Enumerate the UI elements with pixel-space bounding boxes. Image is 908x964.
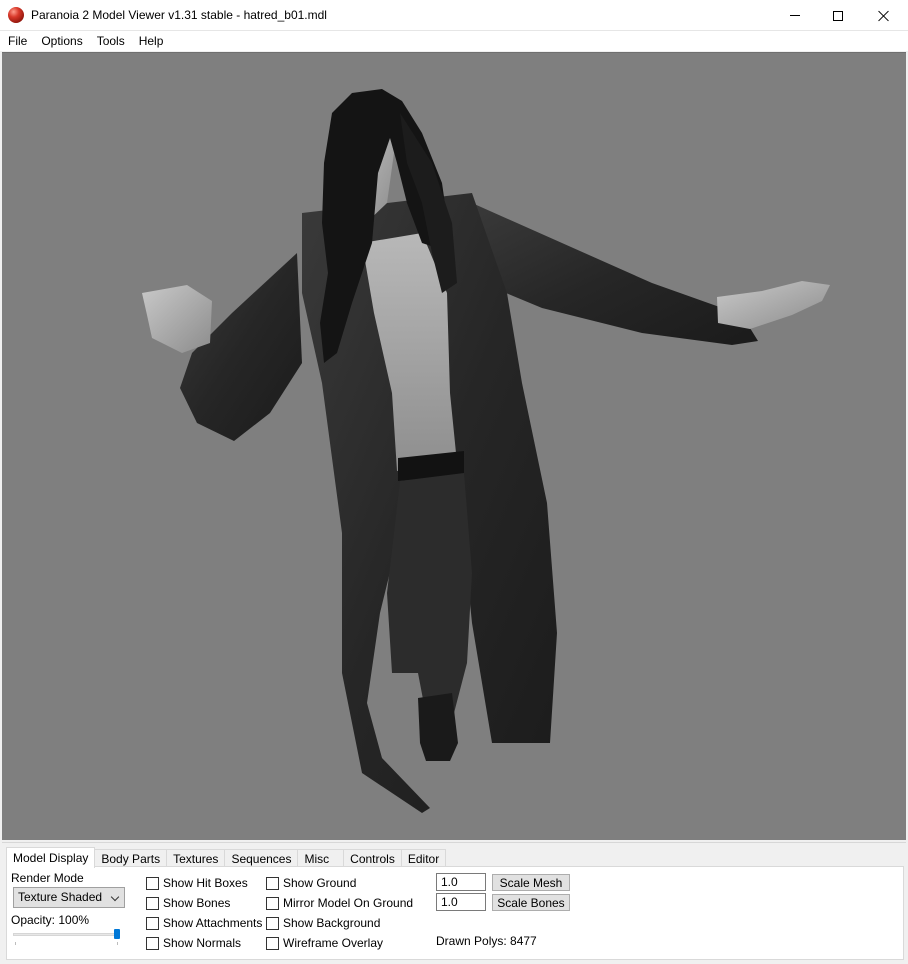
checkbox-box[interactable]: [146, 936, 159, 950]
mirror-model-checkbox[interactable]: Mirror Model On Ground: [266, 895, 413, 911]
character-model: [142, 89, 830, 813]
slider-tick-min: [15, 942, 16, 945]
opacity-slider-thumb[interactable]: [114, 929, 120, 939]
checkbox-box[interactable]: [146, 916, 159, 930]
app-orb-icon: [8, 7, 24, 23]
render-mode-label: Render Mode: [11, 871, 84, 885]
menu-tools[interactable]: Tools: [90, 31, 132, 51]
close-icon: [878, 10, 890, 22]
checkbox-box[interactable]: [266, 936, 279, 950]
show-hit-boxes-checkbox[interactable]: Show Hit Boxes: [146, 875, 248, 891]
opacity-slider-track[interactable]: [13, 933, 119, 936]
menu-options[interactable]: Options: [34, 31, 89, 51]
model-display-page: Render Mode Texture Shaded Opacity: 100%…: [6, 866, 904, 960]
show-background-checkbox[interactable]: Show Background: [266, 915, 380, 931]
chevron-down-icon: [110, 892, 120, 902]
render-mode-value: Texture Shaded: [18, 890, 103, 904]
checkbox-box[interactable]: [146, 896, 159, 910]
show-ground-checkbox[interactable]: Show Ground: [266, 875, 356, 891]
show-normals-checkbox[interactable]: Show Normals: [146, 935, 241, 951]
minimize-button[interactable]: [772, 0, 818, 31]
checkbox-box[interactable]: [266, 916, 279, 930]
scale-mesh-input[interactable]: 1.0: [436, 873, 486, 891]
title-bar[interactable]: Paranoia 2 Model Viewer v1.31 stable - h…: [0, 0, 908, 31]
scale-bones-input[interactable]: 1.0: [436, 893, 486, 911]
maximize-button[interactable]: [815, 0, 861, 31]
menu-help[interactable]: Help: [132, 31, 171, 51]
opacity-label: Opacity: 100%: [11, 913, 90, 927]
render-mode-select[interactable]: Texture Shaded: [13, 887, 125, 908]
maximize-icon: [833, 10, 843, 21]
menu-file[interactable]: File: [0, 31, 34, 51]
menu-bar: File Options Tools Help: [0, 31, 908, 51]
show-bones-checkbox[interactable]: Show Bones: [146, 895, 230, 911]
drawn-polys-readout: Drawn Polys: 8477: [436, 934, 537, 948]
tab-model-display[interactable]: Model Display: [6, 847, 96, 868]
wireframe-overlay-checkbox[interactable]: Wireframe Overlay: [266, 935, 383, 951]
tab-strip: Model Display Body Parts Textures Sequen…: [6, 847, 447, 868]
minimize-icon: [790, 15, 800, 16]
checkbox-box[interactable]: [146, 876, 159, 890]
model-viewport[interactable]: [2, 52, 906, 840]
scale-bones-button[interactable]: Scale Bones: [492, 894, 570, 911]
slider-tick-max: [117, 942, 118, 945]
window-title: Paranoia 2 Model Viewer v1.31 stable - h…: [31, 8, 327, 22]
scale-mesh-button[interactable]: Scale Mesh: [492, 874, 570, 891]
control-panel: Model Display Body Parts Textures Sequen…: [2, 842, 906, 962]
show-attachments-checkbox[interactable]: Show Attachments: [146, 915, 262, 931]
checkbox-box[interactable]: [266, 896, 279, 910]
checkbox-box[interactable]: [266, 876, 279, 890]
close-button[interactable]: [861, 0, 907, 31]
